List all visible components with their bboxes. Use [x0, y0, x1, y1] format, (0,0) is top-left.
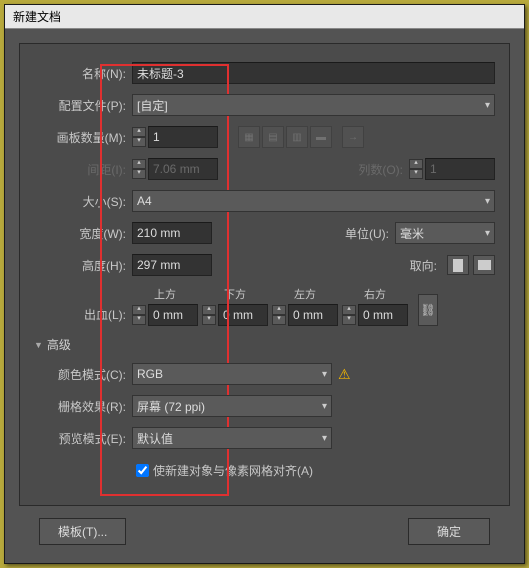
colormode-label: 颜色模式(C): — [34, 366, 126, 383]
bleed-right-header: 右方 — [364, 286, 386, 302]
bleed-bottom-header: 下方 — [224, 286, 246, 302]
template-button[interactable]: 模板(T)... — [39, 518, 126, 545]
window-title: 新建文档 — [5, 5, 524, 29]
align-grid-label: 使新建对象与像素网格对齐(A) — [153, 462, 313, 479]
height-input[interactable] — [132, 254, 212, 276]
artboards-input[interactable] — [148, 126, 218, 148]
arrow-icon: → — [342, 126, 364, 148]
main-panel: 名称(N): 配置文件(P): [自定] 画板数量(M): ▴▾ ▦ ▤ ▥ ▬… — [19, 43, 510, 506]
raster-select[interactable]: 屏幕 (72 ppi) — [132, 395, 332, 417]
profile-select[interactable]: [自定] — [132, 94, 495, 116]
preview-select[interactable]: 默认值 — [132, 427, 332, 449]
bleed-bottom-input[interactable] — [218, 304, 268, 326]
bleed-left-spinner[interactable]: ▴▾ — [272, 305, 286, 325]
bleed-right-input[interactable] — [358, 304, 408, 326]
spacing-label: 间距(I): — [34, 161, 126, 178]
preview-value: 默认值 — [137, 430, 173, 447]
advanced-section[interactable]: 高级 — [34, 336, 495, 353]
bleed-top-input[interactable] — [148, 304, 198, 326]
units-value: 毫米 — [400, 225, 424, 242]
raster-label: 栅格效果(R): — [34, 398, 126, 415]
profile-value: [自定] — [137, 97, 168, 114]
align-grid-checkbox[interactable] — [136, 464, 149, 477]
bleed-left-header: 左方 — [294, 286, 316, 302]
warning-icon: ⚠ — [338, 366, 351, 383]
row-arrange-icon: ▤ — [262, 126, 284, 148]
col-arrange-icon: ▥ — [286, 126, 308, 148]
ok-button[interactable]: 确定 — [408, 518, 490, 545]
units-select[interactable]: 毫米 — [395, 222, 495, 244]
colormode-select[interactable]: RGB — [132, 363, 332, 385]
width-label: 宽度(W): — [34, 225, 126, 242]
grid-arrange-icon: ▦ — [238, 126, 260, 148]
link-bleed-icon[interactable]: ⛓ — [418, 294, 438, 326]
columns-input — [425, 158, 495, 180]
artboards-spinner[interactable]: ▴▾ — [132, 127, 146, 147]
height-label: 高度(H): — [34, 257, 126, 274]
preview-label: 预览模式(E): — [34, 430, 126, 447]
bleed-left-input[interactable] — [288, 304, 338, 326]
name-label: 名称(N): — [34, 65, 126, 82]
columns-spinner: ▴▾ — [409, 159, 423, 179]
units-label: 单位(U): — [345, 225, 389, 242]
bleed-top-header: 上方 — [154, 286, 176, 302]
colormode-value: RGB — [137, 367, 163, 381]
new-document-dialog: 新建文档 名称(N): 配置文件(P): [自定] 画板数量(M): ▴▾ ▦ … — [4, 4, 525, 564]
size-select[interactable]: A4 — [132, 190, 495, 212]
size-value: A4 — [137, 194, 152, 208]
size-label: 大小(S): — [34, 193, 126, 210]
orient-label: 取向: — [410, 257, 437, 274]
width-input[interactable] — [132, 222, 212, 244]
profile-label: 配置文件(P): — [34, 97, 126, 114]
artboards-label: 画板数量(M): — [34, 129, 126, 146]
advanced-label: 高级 — [47, 336, 71, 353]
spacing-input — [148, 158, 218, 180]
bleed-label: 出血(L): — [34, 306, 126, 323]
raster-value: 屏幕 (72 ppi) — [137, 398, 205, 415]
name-input[interactable] — [132, 62, 495, 84]
spacing-spinner: ▴▾ — [132, 159, 146, 179]
orient-portrait[interactable] — [447, 255, 469, 275]
bleed-right-spinner[interactable]: ▴▾ — [342, 305, 356, 325]
free-arrange-icon: ▬ — [310, 126, 332, 148]
columns-label: 列数(O): — [358, 161, 403, 178]
bleed-top-spinner[interactable]: ▴▾ — [132, 305, 146, 325]
bleed-bottom-spinner[interactable]: ▴▾ — [202, 305, 216, 325]
orient-landscape[interactable] — [473, 255, 495, 275]
